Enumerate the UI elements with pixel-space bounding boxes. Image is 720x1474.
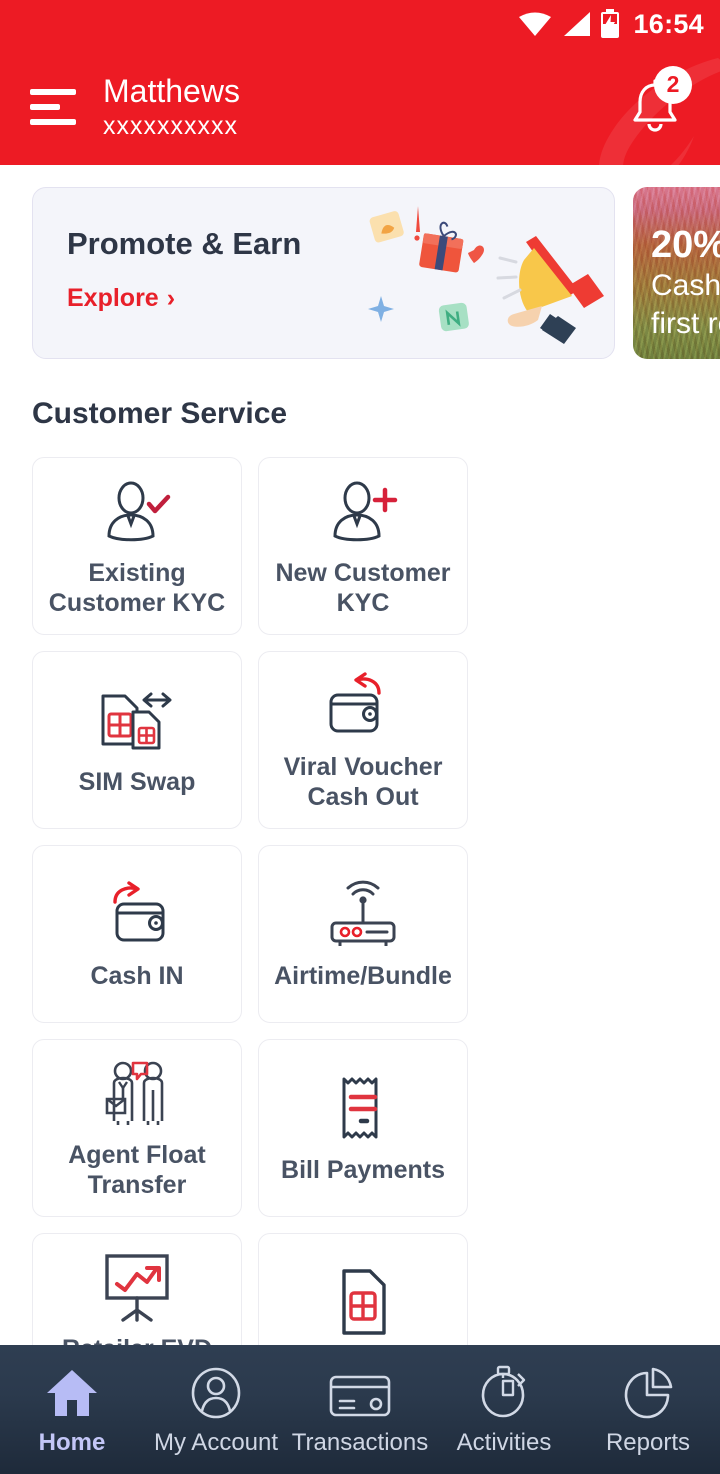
nav-label: Reports (605, 1428, 691, 1456)
user-msisdn: xxxxxxxxxx (103, 111, 238, 140)
tile-label: SIM Swap (78, 768, 196, 796)
home-icon (44, 1363, 100, 1419)
tile-label: New Customer KYC (275, 559, 451, 617)
nav-item-transactions[interactable]: Transactions (288, 1363, 432, 1457)
notification-bell-button[interactable]: 2 (612, 64, 698, 150)
promo-cashback-text: 20% Cashb first re (651, 223, 720, 343)
tile-bill-payments[interactable]: Bill Payments (258, 1039, 468, 1217)
status-bar-clock: 16:54 (633, 8, 704, 39)
tile-cash-in[interactable]: Cash IN (32, 845, 242, 1023)
hamburger-menu-icon[interactable] (30, 88, 76, 125)
user-info: Matthews xxxxxxxxxx (103, 72, 240, 142)
nav-label: Home (38, 1428, 106, 1456)
tile-label: Airtime/Bundle (274, 962, 452, 990)
promo-cashback-line2: first re (651, 307, 720, 340)
megaphone-gift-illustration (368, 206, 604, 344)
nav-item-my-account[interactable]: My Account (144, 1363, 288, 1457)
tile-label: Cash IN (90, 962, 184, 990)
credit-card-icon (328, 1363, 392, 1419)
tile-label: Viral Voucher Cash Out (283, 753, 443, 811)
battery-charging-icon (601, 9, 620, 38)
presentation-chart-icon (95, 1250, 179, 1324)
tile-mnp[interactable]: MNP (258, 1233, 468, 1345)
wallet-cash-out-icon (323, 668, 403, 742)
promo-cashback-line1: Cashb (651, 269, 720, 302)
app-screen: 16:54 Matthews xxxxxxxxxx 2 Promote & Ea… (0, 0, 720, 1474)
user-name: Matthews (103, 72, 240, 109)
tile-new-customer-kyc[interactable]: New Customer KYC (258, 457, 468, 635)
user-circle-icon (189, 1363, 243, 1419)
user-verified-icon (101, 474, 173, 548)
receipt-icon (334, 1071, 392, 1145)
status-bar: 16:54 (0, 0, 720, 48)
nav-item-reports[interactable]: Reports (576, 1363, 720, 1457)
cellular-signal-icon (564, 12, 591, 36)
stopwatch-icon (477, 1363, 531, 1419)
wallet-cash-in-icon (97, 877, 177, 951)
pie-chart-icon (621, 1363, 675, 1419)
nav-label: My Account (153, 1428, 279, 1456)
sim-card-icon (332, 1265, 394, 1339)
router-wifi-icon (320, 877, 406, 951)
nav-label: Transactions (291, 1428, 429, 1456)
nav-item-activities[interactable]: Activities (432, 1363, 576, 1457)
two-people-chat-icon (97, 1056, 177, 1130)
service-tile-grid: Existing Customer KYC New Customer KYC S… (0, 431, 720, 1345)
app-header: Matthews xxxxxxxxxx 2 (0, 48, 720, 165)
bottom-navigation-bar: Home My Account Transactions Activities … (0, 1345, 720, 1474)
tile-existing-customer-kyc[interactable]: Existing Customer KYC (32, 457, 242, 635)
main-content: Promote & Earn Explore › 20% Cash first … (0, 165, 720, 1345)
wifi-icon (519, 12, 552, 36)
notification-count-badge: 2 (654, 65, 692, 104)
promo-carousel[interactable]: Promote & Earn Explore › 20% Cash first … (0, 187, 720, 359)
tile-sim-swap[interactable]: SIM Swap (32, 651, 242, 829)
tile-agent-float-transfer[interactable]: Agent Float Transfer (32, 1039, 242, 1217)
promo-card-promote-earn[interactable]: Promote & Earn Explore › (32, 187, 615, 359)
chevron-right-icon: › (166, 284, 176, 312)
tile-label: Existing Customer KYC (48, 559, 226, 617)
tile-retailer-evd-sales[interactable]: Retailer EVD Sales (32, 1233, 242, 1345)
tile-label: Bill Payments (281, 1156, 445, 1184)
nav-item-home[interactable]: Home (0, 1363, 144, 1457)
promo-explore-label: Explore (67, 284, 159, 312)
tile-label: Retailer EVD Sales (39, 1334, 235, 1345)
section-title-customer-service: Customer Service (32, 397, 288, 430)
user-add-icon (327, 474, 399, 548)
promo-cashback-percent: 20% (651, 224, 720, 266)
tile-airtime-bundle[interactable]: Airtime/Bundle (258, 845, 468, 1023)
tile-viral-voucher-cash-out[interactable]: Viral Voucher Cash Out (258, 651, 468, 829)
tile-label: Agent Float Transfer (68, 1141, 206, 1199)
promo-card-cashback[interactable]: 20% Cashb first re (633, 187, 720, 359)
sim-swap-icon (95, 683, 179, 757)
nav-label: Activities (456, 1428, 552, 1456)
